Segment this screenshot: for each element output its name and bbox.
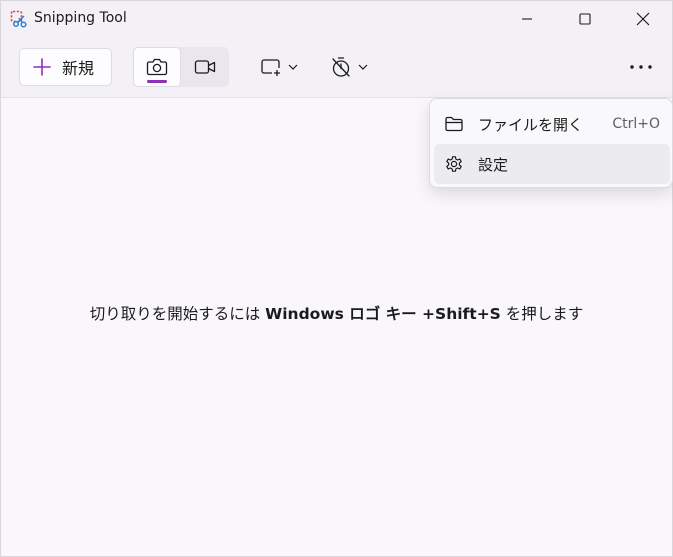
start-snip-hint: 切り取りを開始するには Windows ロゴ キー +Shift+S を押します <box>89 305 584 323</box>
maximize-icon <box>579 13 591 25</box>
maximize-button[interactable] <box>556 1 614 37</box>
menu-item-open-file[interactable]: ファイルを開く Ctrl+O <box>434 104 670 144</box>
close-icon <box>636 12 650 26</box>
shortcut-text: Windows ロゴ キー +Shift+S <box>265 305 501 323</box>
more-options-menu: ファイルを開く Ctrl+O 設定 <box>429 98 673 188</box>
menu-item-label: ファイルを開く <box>478 116 584 134</box>
title-bar: Snipping Tool <box>1 1 672 37</box>
snip-shape-dropdown[interactable] <box>253 47 305 87</box>
minimize-icon <box>522 18 532 20</box>
snipping-tool-app-icon <box>10 10 27 28</box>
snipping-tool-window: Snipping Tool 新規 切り取りを開始するには Windows ロゴ … <box>0 0 673 557</box>
screenshot-mode-button[interactable] <box>133 47 181 87</box>
menu-item-label: 設定 <box>478 156 509 174</box>
gear-icon <box>446 156 462 172</box>
camera-icon <box>146 58 168 76</box>
video-mode-button[interactable] <box>181 47 229 87</box>
active-mode-indicator <box>147 80 167 83</box>
new-snip-button[interactable]: 新規 <box>19 48 112 86</box>
folder-icon <box>445 116 463 132</box>
timer-off-icon <box>332 57 350 77</box>
new-snip-label: 新規 <box>62 59 95 78</box>
plus-icon <box>33 58 51 76</box>
capture-mode-switch <box>133 47 229 87</box>
video-camera-icon <box>194 60 216 74</box>
minimize-button[interactable] <box>498 1 556 37</box>
delay-timer-dropdown[interactable] <box>323 47 375 87</box>
menu-item-shortcut: Ctrl+O <box>612 116 660 132</box>
chevron-down-icon <box>288 64 298 70</box>
menu-item-settings[interactable]: 設定 <box>434 144 670 184</box>
more-options-button[interactable] <box>621 51 661 83</box>
close-button[interactable] <box>614 1 672 37</box>
window-title: Snipping Tool <box>34 10 127 26</box>
chevron-down-icon <box>358 64 368 70</box>
more-icon <box>630 65 652 69</box>
toolbar: 新規 <box>1 37 672 97</box>
rectangle-snip-icon <box>261 59 280 76</box>
